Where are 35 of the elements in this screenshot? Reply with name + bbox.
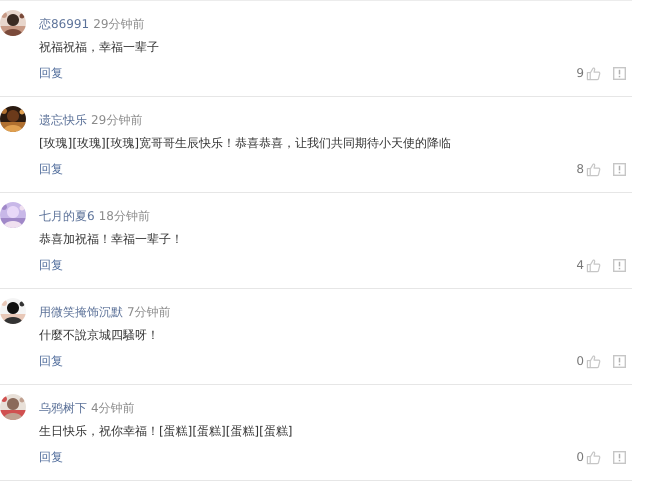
comment-time: 4分钟前 [91, 400, 135, 416]
comment-time: 29分钟前 [91, 112, 142, 128]
comment-text: 生日快乐，祝你幸福！[蛋糕][蛋糕][蛋糕][蛋糕] [39, 423, 294, 440]
report-icon[interactable] [613, 66, 626, 80]
thumbs-up-icon[interactable] [586, 162, 601, 176]
report-icon[interactable] [613, 450, 626, 464]
user-name[interactable]: 乌鸦树下 [39, 400, 87, 416]
reply-link[interactable]: 回复 [39, 160, 63, 178]
reply-link[interactable]: 回复 [39, 448, 63, 466]
like-count: 0 [576, 354, 584, 368]
comment-time: 18分钟前 [98, 208, 150, 224]
comment-text: 什麼不說京城四騷呀！ [39, 327, 160, 344]
report-icon[interactable] [613, 162, 626, 176]
thumbs-up-icon[interactable] [586, 450, 601, 464]
like-count: 9 [576, 66, 584, 80]
thumbs-up-icon[interactable] [586, 66, 601, 80]
report-icon[interactable] [613, 258, 626, 272]
like-count: 0 [576, 450, 584, 464]
comment-time: 29分钟前 [93, 16, 144, 32]
user-name[interactable]: 七月的夏6 [39, 208, 95, 224]
like-count: 4 [576, 258, 584, 272]
like-count: 8 [576, 162, 584, 176]
user-name[interactable]: 恋86991 [39, 16, 90, 32]
reply-link[interactable]: 回复 [39, 256, 63, 274]
user-name[interactable]: 用微笑掩饰沉默 [39, 304, 123, 320]
comment-text: 祝福祝福，幸福一辈子 [39, 39, 160, 56]
thumbs-up-icon[interactable] [586, 258, 601, 272]
reply-link[interactable]: 回复 [39, 352, 63, 370]
reply-link[interactable]: 回复 [39, 64, 63, 82]
comment-text: [玫瑰][玫瑰][玫瑰]宽哥哥生辰快乐！恭喜恭喜，让我们共同期待小天使的降临 [39, 135, 452, 152]
comment-time: 7分钟前 [127, 304, 171, 320]
report-icon[interactable] [613, 354, 626, 368]
comment-text: 恭喜加祝福！幸福一辈子！ [39, 231, 184, 248]
thumbs-up-icon[interactable] [586, 354, 601, 368]
user-name[interactable]: 遗忘快乐 [39, 112, 87, 128]
